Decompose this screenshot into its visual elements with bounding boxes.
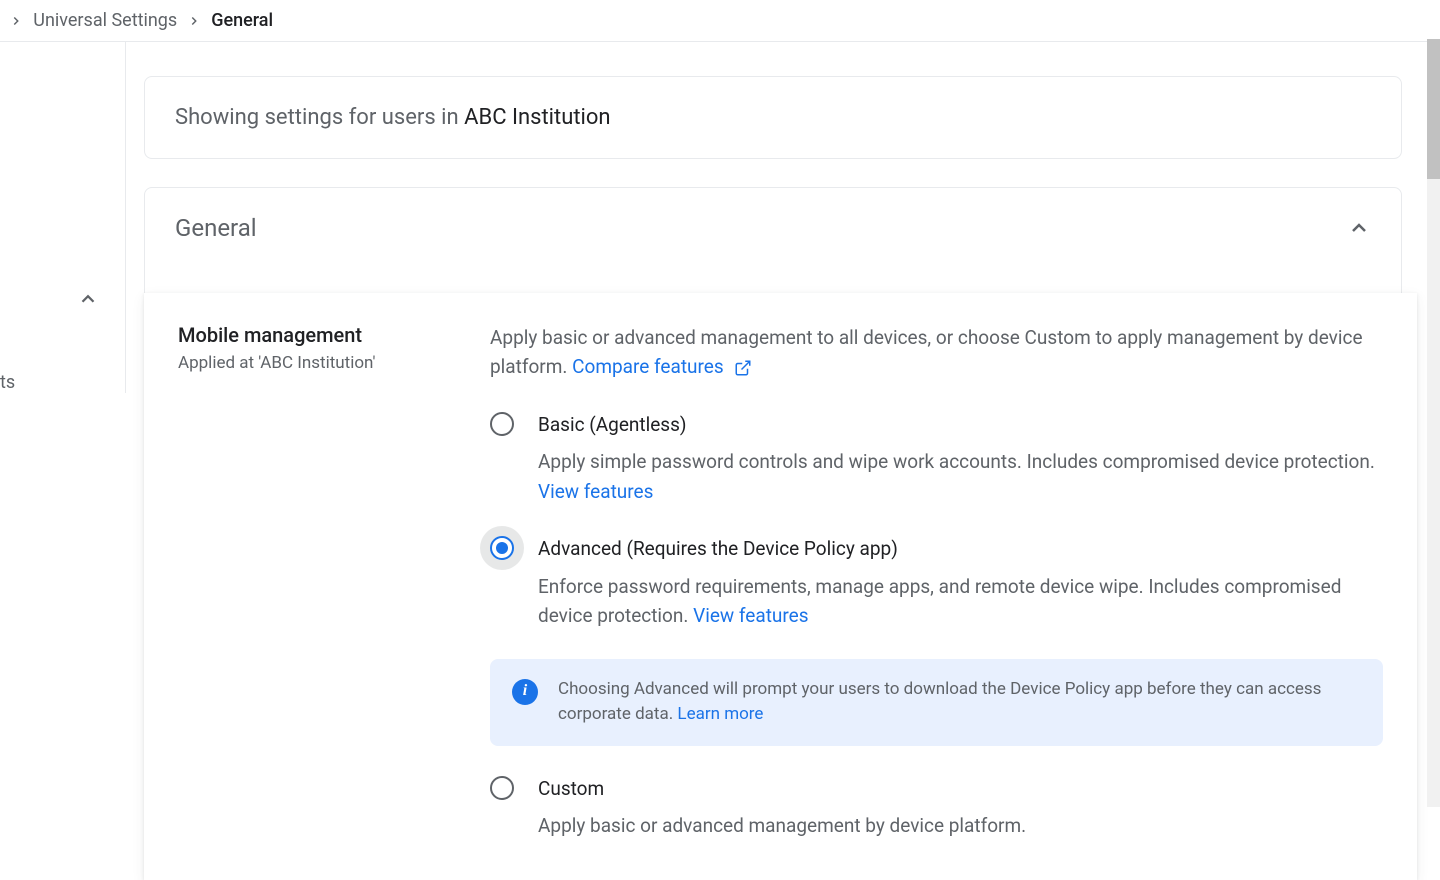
setting-name: Mobile management <box>178 323 454 347</box>
mobile-management-panel: Mobile management Applied at 'ABC Instit… <box>144 293 1417 880</box>
option-basic: Basic (Agentless) Apply simple password … <box>490 410 1383 506</box>
option-basic-view-features-link[interactable]: View features <box>538 480 653 503</box>
compare-features-link[interactable]: Compare features <box>572 355 752 378</box>
radio-advanced[interactable] <box>490 536 514 560</box>
setting-description: Apply basic or advanced management to al… <box>490 323 1383 382</box>
advanced-info-banner: i Choosing Advanced will prompt your use… <box>490 659 1383 746</box>
scrollbar-thumb[interactable] <box>1427 39 1440 179</box>
advanced-info-text: Choosing Advanced will prompt your users… <box>558 677 1361 728</box>
chevron-right-icon <box>9 14 23 28</box>
sidebar-collapse-button[interactable] <box>77 288 99 310</box>
radio-custom[interactable] <box>490 776 514 800</box>
option-advanced-view-features-link[interactable]: View features <box>693 604 808 627</box>
option-advanced-desc: Enforce password requirements, manage ap… <box>538 572 1383 631</box>
left-nav: ts <box>0 42 126 393</box>
org-context-text: Showing settings for users in ABC Instit… <box>175 105 1371 130</box>
chevron-up-icon <box>1347 216 1371 240</box>
section-general-title: General <box>175 214 257 242</box>
main-content: Showing settings for users in ABC Instit… <box>126 42 1440 880</box>
breadcrumb-current: General <box>211 10 273 31</box>
setting-applied-label: Applied at 'ABC Institution' <box>178 353 454 373</box>
radio-basic[interactable] <box>490 412 514 436</box>
option-basic-desc-text: Apply simple password controls and wipe … <box>538 450 1375 473</box>
option-custom-title: Custom <box>538 774 1026 803</box>
breadcrumb-universal-settings[interactable]: Universal Settings <box>33 10 177 31</box>
option-advanced-desc-text: Enforce password requirements, manage ap… <box>538 575 1341 627</box>
chevron-right-icon <box>187 14 201 28</box>
breadcrumb: s Universal Settings General <box>0 0 1440 42</box>
info-icon: i <box>512 679 538 705</box>
option-basic-desc: Apply simple password controls and wipe … <box>538 447 1383 506</box>
org-context-org-name: ABC Institution <box>464 105 610 130</box>
option-custom-desc: Apply basic or advanced management by de… <box>538 811 1026 840</box>
vertical-scrollbar[interactable] <box>1427 39 1440 807</box>
option-advanced-title: Advanced (Requires the Device Policy app… <box>538 534 1383 563</box>
compare-features-label: Compare features <box>572 355 724 378</box>
option-advanced: Advanced (Requires the Device Policy app… <box>490 534 1383 630</box>
advanced-info-message: Choosing Advanced will prompt your users… <box>558 679 1321 725</box>
section-general-header[interactable]: General <box>145 188 1401 268</box>
sidebar-item-truncated[interactable]: ts <box>0 372 125 393</box>
org-context-prefix: Showing settings for users in <box>175 105 464 130</box>
advanced-info-learn-more-link[interactable]: Learn more <box>677 704 763 724</box>
external-link-icon <box>734 359 752 377</box>
option-basic-title: Basic (Agentless) <box>538 410 1383 439</box>
section-card: General <box>144 187 1402 303</box>
org-context-card: Showing settings for users in ABC Instit… <box>144 76 1402 159</box>
